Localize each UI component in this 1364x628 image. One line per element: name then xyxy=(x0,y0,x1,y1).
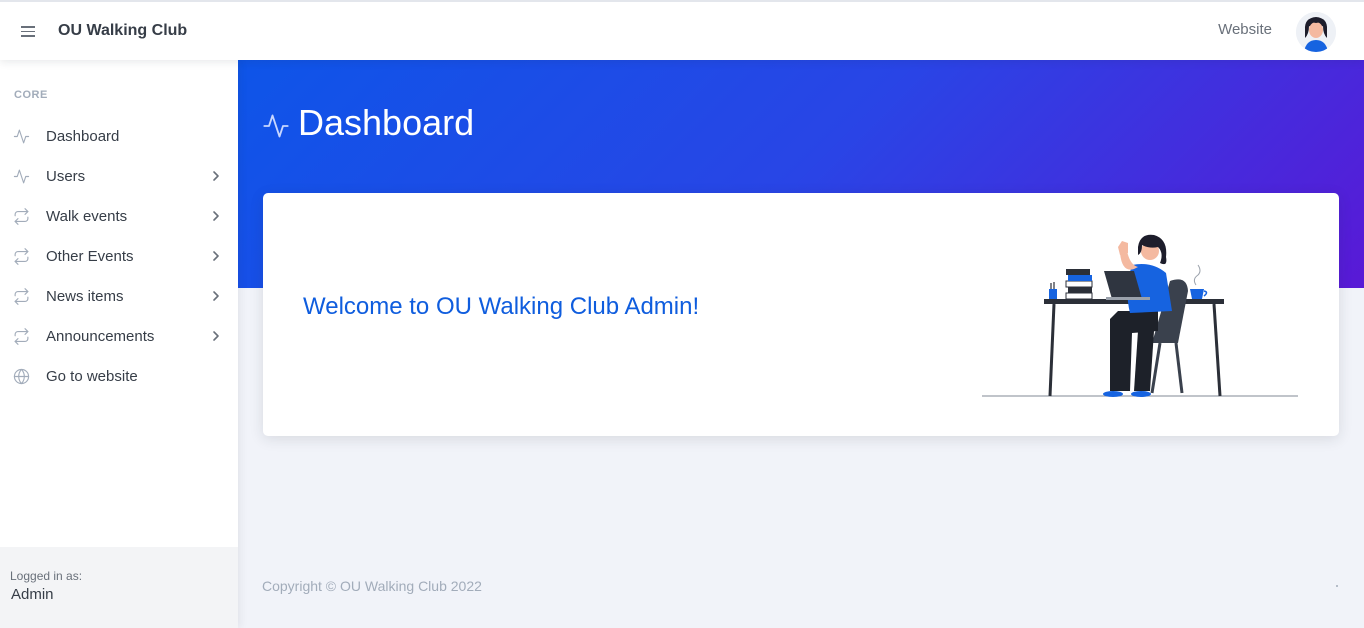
chevron-right-icon xyxy=(213,291,219,301)
website-link[interactable]: Website xyxy=(1218,21,1272,38)
chevron-right-icon xyxy=(213,331,219,341)
globe-icon xyxy=(13,368,30,385)
menu-heading: CORE xyxy=(14,89,48,101)
chevron-right-icon xyxy=(213,211,219,221)
copyright-text: Copyright © OU Walking Club 2022 xyxy=(262,578,482,594)
top-navbar: OU Walking Club Website xyxy=(0,0,1364,60)
repeat-icon xyxy=(14,288,29,305)
chevron-right-icon xyxy=(213,171,219,181)
sidebar-item-other-events[interactable]: Other Events xyxy=(0,236,238,276)
sidebar-item-label: Announcements xyxy=(46,328,155,345)
logged-in-user: Admin xyxy=(11,586,54,603)
activity-icon xyxy=(13,129,30,144)
sidebar-item-label: Dashboard xyxy=(46,128,120,145)
activity-icon xyxy=(263,114,289,138)
sidebar-item-news-items[interactable]: News items xyxy=(0,276,238,316)
welcome-card: Welcome to OU Walking Club Admin! xyxy=(263,193,1339,436)
logged-in-label: Logged in as: xyxy=(10,569,83,583)
footer-dot xyxy=(1336,585,1338,587)
sidenav-footer: Logged in as: Admin xyxy=(0,547,238,628)
sidebar-item-label: News items xyxy=(46,288,124,305)
avatar[interactable] xyxy=(1296,12,1336,52)
repeat-icon xyxy=(14,248,29,265)
sidebar-item-label: Go to website xyxy=(46,368,138,385)
sidebar-item-go-to-website[interactable]: Go to website xyxy=(0,356,238,396)
sidenav: CORE Dashboard Users Walk events Other E… xyxy=(0,60,238,628)
sidebar-item-dashboard[interactable]: Dashboard xyxy=(0,116,238,156)
repeat-icon xyxy=(14,208,29,225)
desk-illustration xyxy=(982,234,1298,397)
welcome-message: Welcome to OU Walking Club Admin! xyxy=(303,293,700,320)
sidebar-item-label: Users xyxy=(46,168,86,185)
brand-title[interactable]: OU Walking Club xyxy=(58,22,187,40)
menu-toggle-icon[interactable] xyxy=(21,26,35,38)
sidebar-item-announcements[interactable]: Announcements xyxy=(0,316,238,356)
repeat-icon xyxy=(14,328,29,345)
activity-icon xyxy=(13,169,30,184)
sidebar-item-label: Other Events xyxy=(46,248,134,265)
sidebar-item-users[interactable]: Users xyxy=(0,156,238,196)
sidebar-item-walk-events[interactable]: Walk events xyxy=(0,196,238,236)
chevron-right-icon xyxy=(213,251,219,261)
page-title: Dashboard xyxy=(298,102,475,143)
sidebar-item-label: Walk events xyxy=(46,208,128,225)
